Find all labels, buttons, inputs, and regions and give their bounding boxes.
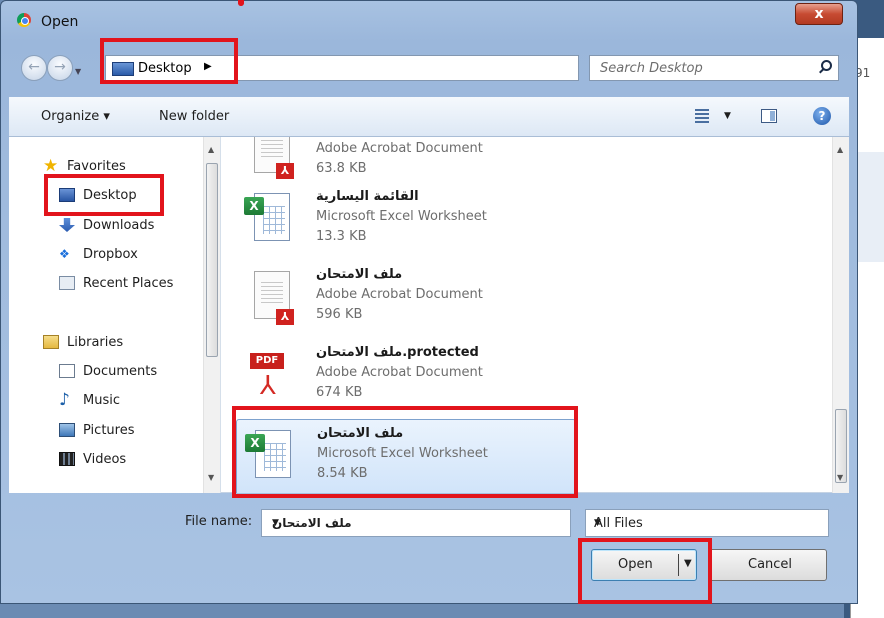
file-name-input[interactable]: ملف الامتحان ▼ [261, 509, 571, 537]
sidebar-label: Libraries [67, 335, 124, 350]
pdf-icon: PDF ⅄ [244, 349, 292, 403]
navigation-pane: ★ Favorites Desktop Downloads ❖ Dropbox … [9, 137, 221, 493]
annotation-mark [238, 0, 244, 6]
recent-places-icon [59, 276, 75, 290]
open-options-dropdown-icon[interactable]: ▼ [684, 558, 692, 569]
excel-icon: X [244, 193, 292, 247]
background-panel [857, 152, 884, 262]
file-type: Adobe Acrobat Document [316, 365, 483, 380]
file-name-label: File name: [185, 514, 253, 529]
file-size: 63.8 KB [316, 161, 367, 176]
sidebar-label: Videos [83, 452, 127, 467]
file-type: Adobe Acrobat Document [316, 141, 483, 156]
pdf-document-icon: ⅄ [244, 137, 294, 179]
change-view-icon[interactable] [695, 109, 709, 123]
file-name: القائمة اليسارية [316, 189, 419, 204]
file-size: 674 KB [316, 385, 363, 400]
address-breadcrumb[interactable]: Desktop [138, 61, 192, 76]
sidebar-label: Downloads [83, 218, 155, 233]
downloads-icon [59, 218, 75, 232]
filter-dropdown-icon[interactable]: ▼ [594, 518, 820, 528]
file-list: ⅄ Adobe Acrobat Document 63.8 KB X القائ… [222, 137, 832, 493]
title-bar[interactable]: Open x [1, 1, 857, 39]
file-name: ملف الامتحان.protected [316, 345, 479, 360]
pdf-document-icon: ⅄ [244, 271, 294, 325]
sidebar-label: Music [83, 393, 120, 408]
forward-button[interactable]: → [47, 55, 73, 81]
view-dropdown-icon[interactable]: ▼ [724, 111, 731, 121]
search-input[interactable]: Search Desktop [589, 55, 839, 81]
chrome-app-icon [17, 13, 31, 27]
cancel-button[interactable]: Cancel [709, 549, 827, 581]
address-bar[interactable]: Desktop ▶ ▼ ↻ [105, 55, 668, 81]
file-type-filter[interactable]: All Files ▼ [585, 509, 829, 537]
documents-icon [59, 364, 75, 378]
cancel-button-label: Cancel [748, 557, 793, 572]
excel-icon: X [245, 430, 293, 484]
music-icon: ♪ [59, 390, 70, 410]
file-item[interactable]: PDF ⅄ ملف الامتحان.protected Adobe Acroba… [236, 339, 576, 419]
file-item[interactable]: ⅄ ملف الامتحان Adobe Acrobat Document 59… [236, 261, 576, 341]
pictures-icon [59, 423, 75, 437]
file-name: ملف الامتحان [316, 267, 403, 282]
scroll-down-arrow-icon[interactable]: ▼ [208, 473, 214, 482]
sidebar-label: Recent Places [83, 276, 174, 291]
sidebar-label: Dropbox [83, 247, 138, 262]
navigation-row: ← → ▼ Desktop ▶ ▼ ↻ Search Desktop [1, 45, 857, 89]
file-type: Adobe Acrobat Document [316, 287, 483, 302]
open-button-label: Open [618, 557, 653, 572]
preview-pane-icon[interactable] [761, 109, 777, 123]
star-icon: ★ [43, 156, 59, 176]
back-button[interactable]: ← [21, 55, 47, 81]
organize-button[interactable]: Organize ▾ [41, 109, 110, 124]
desktop-icon [112, 62, 134, 76]
file-size: 596 KB [316, 307, 363, 322]
file-item-selected[interactable]: X ملف الامتحان Microsoft Excel Worksheet… [236, 419, 576, 493]
sidebar-scroll-thumb[interactable] [206, 163, 218, 357]
open-dialog: Open x ← → ▼ Desktop ▶ ▼ ↻ Search Deskto… [0, 0, 858, 604]
window-title: Open [41, 14, 79, 30]
new-folder-button[interactable]: New folder [159, 109, 229, 124]
file-type: Microsoft Excel Worksheet [316, 209, 487, 224]
content-area: ★ Favorites Desktop Downloads ❖ Dropbox … [9, 137, 849, 493]
breadcrumb-chevron-icon[interactable]: ▶ [204, 61, 212, 72]
search-placeholder: Search Desktop [600, 61, 703, 76]
file-item[interactable]: X القائمة اليسارية Microsoft Excel Works… [236, 183, 576, 263]
recent-locations-dropdown[interactable]: ▼ [75, 67, 81, 76]
scroll-up-arrow-icon[interactable]: ▲ [837, 145, 843, 154]
file-list-scrollbar[interactable]: ▲ ▼ [832, 137, 849, 493]
scroll-down-arrow-icon[interactable]: ▼ [837, 473, 843, 482]
command-toolbar: Organize ▾ New folder ▼ ? [9, 97, 849, 137]
sidebar-label: Documents [83, 364, 158, 379]
desktop-icon [59, 188, 75, 202]
open-button[interactable]: Open ▼ [591, 549, 697, 581]
file-list-scroll-thumb[interactable] [835, 409, 847, 483]
split-divider [678, 554, 679, 576]
videos-icon [59, 452, 75, 466]
libraries-icon [43, 335, 59, 349]
sidebar-label: Desktop [83, 188, 137, 203]
sidebar-scrollbar[interactable]: ▲ ▼ [203, 137, 220, 493]
help-icon[interactable]: ? [813, 107, 831, 125]
dropbox-icon: ❖ [59, 247, 70, 261]
file-name: ملف الامتحان [317, 426, 404, 441]
sidebar-label: Favorites [67, 159, 126, 174]
sidebar-label: Pictures [83, 423, 135, 438]
search-icon[interactable] [821, 60, 832, 71]
file-size: 8.54 KB [317, 466, 368, 481]
file-size: 13.3 KB [316, 229, 367, 244]
file-type: Microsoft Excel Worksheet [317, 446, 488, 461]
close-button[interactable]: x [795, 3, 843, 25]
file-name-dropdown-icon[interactable]: ▼ [272, 518, 562, 528]
scroll-up-arrow-icon[interactable]: ▲ [208, 145, 214, 154]
